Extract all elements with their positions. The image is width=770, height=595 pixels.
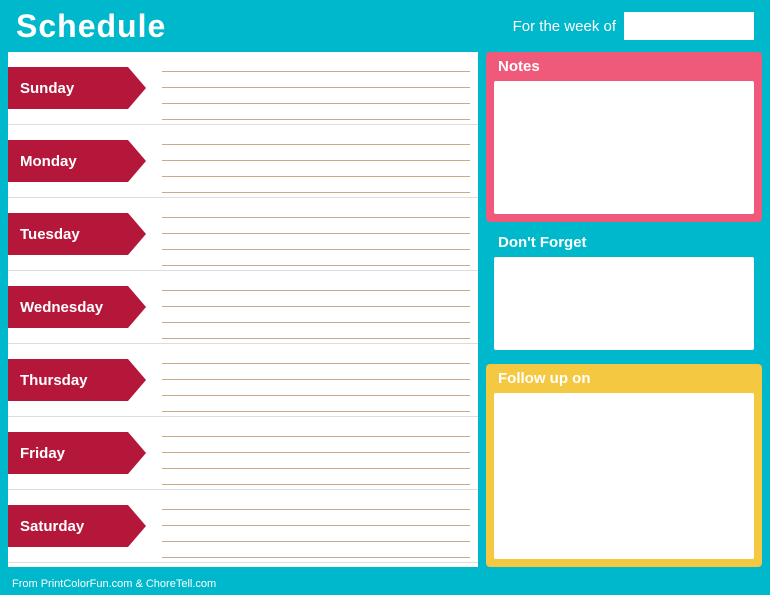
page-title: Schedule bbox=[16, 8, 166, 45]
day-row: Saturday bbox=[8, 490, 478, 563]
day-label-wrap: Tuesday bbox=[8, 198, 138, 270]
day-banner-tuesday: Tuesday bbox=[8, 213, 128, 255]
right-panel: Notes Don't Forget Follow up on bbox=[478, 52, 762, 567]
dont-forget-content[interactable] bbox=[494, 257, 754, 350]
schedule-line bbox=[162, 177, 470, 193]
day-label-wrap: Friday bbox=[8, 417, 138, 489]
dont-forget-title: Don't Forget bbox=[486, 228, 762, 257]
schedule-panel: Sunday Monday Tuesday Wednesday Thursday Frid… bbox=[8, 52, 478, 567]
day-row: Sunday bbox=[8, 52, 478, 125]
schedule-line bbox=[162, 275, 470, 291]
schedule-line bbox=[162, 145, 470, 161]
schedule-line bbox=[162, 291, 470, 307]
schedule-line bbox=[162, 104, 470, 120]
day-label-wrap: Sunday bbox=[8, 52, 138, 124]
day-lines[interactable] bbox=[138, 344, 478, 416]
schedule-line bbox=[162, 526, 470, 542]
day-row: Wednesday bbox=[8, 271, 478, 344]
follow-up-box: Follow up on bbox=[486, 364, 762, 567]
day-lines[interactable] bbox=[138, 52, 478, 124]
dont-forget-box: Don't Forget bbox=[486, 228, 762, 358]
day-lines[interactable] bbox=[138, 198, 478, 270]
day-banner-sunday: Sunday bbox=[8, 67, 128, 109]
schedule-line bbox=[162, 437, 470, 453]
notes-title: Notes bbox=[486, 52, 762, 81]
schedule-line bbox=[162, 380, 470, 396]
main-content: Sunday Monday Tuesday Wednesday Thursday Frid… bbox=[0, 52, 770, 573]
follow-up-title: Follow up on bbox=[486, 364, 762, 393]
schedule-line bbox=[162, 250, 470, 266]
schedule-line bbox=[162, 161, 470, 177]
notes-content[interactable] bbox=[494, 81, 754, 214]
week-of-label: For the week of bbox=[513, 18, 616, 35]
day-label-wrap: Wednesday bbox=[8, 271, 138, 343]
schedule-line bbox=[162, 542, 470, 558]
footer: From PrintColorFun.com & ChoreTell.com bbox=[0, 573, 770, 595]
schedule-line bbox=[162, 421, 470, 437]
day-banner-monday: Monday bbox=[8, 140, 128, 182]
schedule-line bbox=[162, 129, 470, 145]
day-banner-wednesday: Wednesday bbox=[8, 286, 128, 328]
day-row: Thursday bbox=[8, 344, 478, 417]
day-lines[interactable] bbox=[138, 490, 478, 562]
day-row: Friday bbox=[8, 417, 478, 490]
schedule-line bbox=[162, 88, 470, 104]
schedule-line bbox=[162, 364, 470, 380]
schedule-line bbox=[162, 494, 470, 510]
day-row: Monday bbox=[8, 125, 478, 198]
notes-box: Notes bbox=[486, 52, 762, 222]
schedule-line bbox=[162, 307, 470, 323]
day-lines[interactable] bbox=[138, 417, 478, 489]
schedule-line bbox=[162, 453, 470, 469]
week-input[interactable] bbox=[624, 12, 754, 40]
day-banner-thursday: Thursday bbox=[8, 359, 128, 401]
schedule-line bbox=[162, 348, 470, 364]
day-label-wrap: Saturday bbox=[8, 490, 138, 562]
schedule-line bbox=[162, 396, 470, 412]
day-label-wrap: Monday bbox=[8, 125, 138, 197]
schedule-line bbox=[162, 234, 470, 250]
day-label-wrap: Thursday bbox=[8, 344, 138, 416]
schedule-line bbox=[162, 56, 470, 72]
schedule-line bbox=[162, 469, 470, 485]
day-lines[interactable] bbox=[138, 271, 478, 343]
schedule-line bbox=[162, 323, 470, 339]
follow-up-content[interactable] bbox=[494, 393, 754, 559]
footer-text: From PrintColorFun.com & ChoreTell.com bbox=[12, 578, 216, 590]
day-row: Tuesday bbox=[8, 198, 478, 271]
day-lines[interactable] bbox=[138, 125, 478, 197]
schedule-line bbox=[162, 510, 470, 526]
day-banner-friday: Friday bbox=[8, 432, 128, 474]
schedule-line bbox=[162, 218, 470, 234]
schedule-line bbox=[162, 72, 470, 88]
week-of-section: For the week of bbox=[513, 12, 754, 40]
header: Schedule For the week of bbox=[0, 0, 770, 52]
schedule-line bbox=[162, 202, 470, 218]
day-banner-saturday: Saturday bbox=[8, 505, 128, 547]
